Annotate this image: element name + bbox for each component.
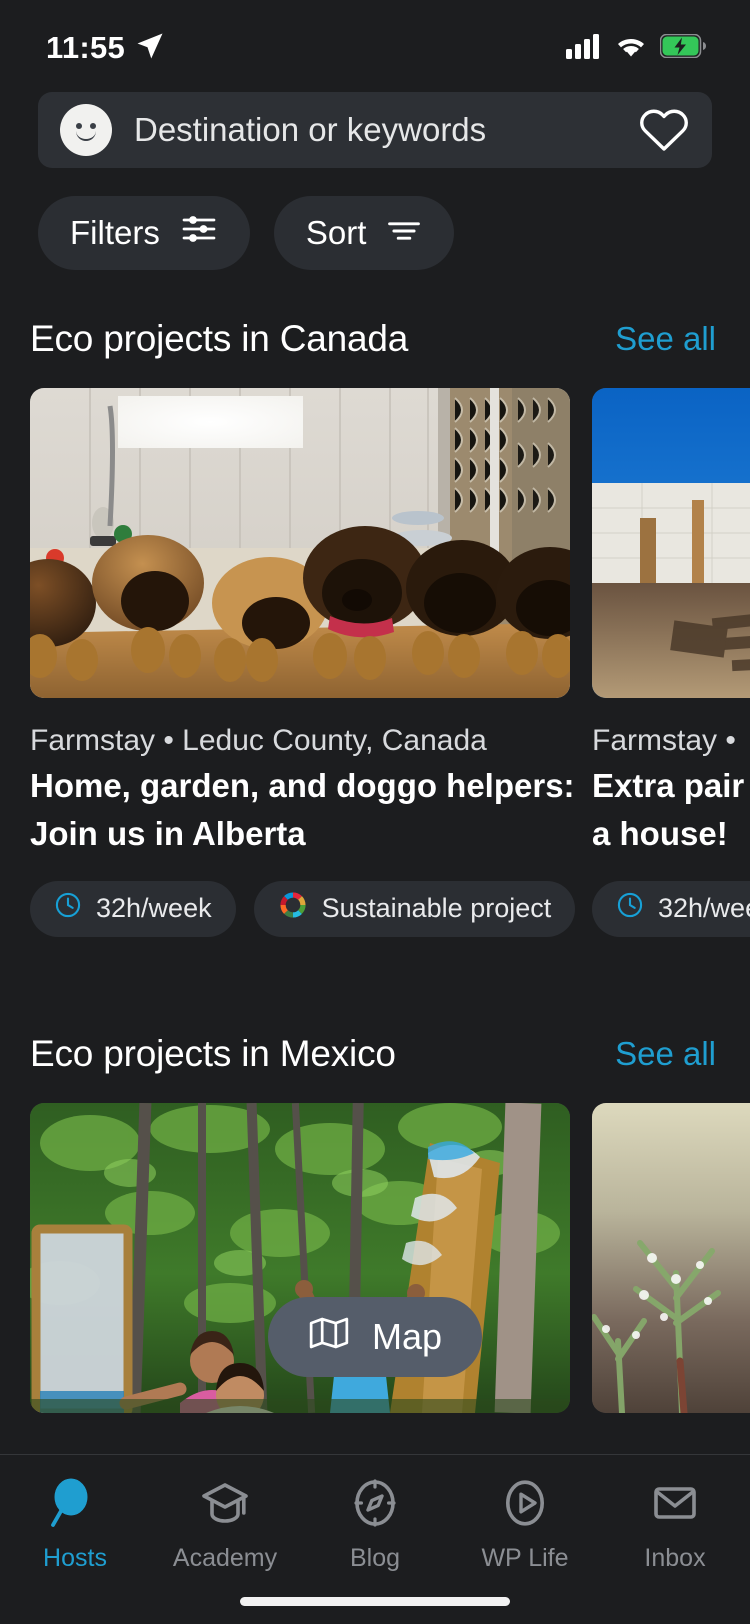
tab-label: Hosts xyxy=(43,1544,107,1573)
map-button[interactable]: Map xyxy=(268,1297,482,1377)
filter-chip-row: Filters Sort xyxy=(0,168,750,270)
wifi-icon xyxy=(614,33,648,64)
envelope-icon xyxy=(649,1477,701,1534)
see-all-link-mexico[interactable]: See all xyxy=(615,1035,720,1073)
badge-label: 32h/week xyxy=(658,893,750,924)
sort-label: Sort xyxy=(306,214,367,252)
map-icon xyxy=(308,1316,350,1359)
see-all-link-canada[interactable]: See all xyxy=(615,320,720,358)
sort-button[interactable]: Sort xyxy=(274,196,455,270)
status-left: 11:55 xyxy=(46,30,165,66)
project-card-subtitle: Farmstay • xyxy=(592,724,750,758)
project-card-badges: 32h/week xyxy=(592,881,750,937)
card-carousel-canada[interactable]: Farmstay • Leduc County, Canada Home, ga… xyxy=(0,388,750,937)
tab-wp-life[interactable]: WP Life xyxy=(450,1477,600,1573)
sort-lines-icon xyxy=(386,214,422,252)
play-circle-icon xyxy=(499,1477,551,1534)
project-card-image[interactable] xyxy=(30,388,570,698)
project-card-title-line2: Join us in Alberta xyxy=(30,814,570,854)
tab-label: Blog xyxy=(350,1544,400,1573)
project-card[interactable]: Farmstay • Leduc County, Canada Home, ga… xyxy=(30,388,570,937)
badge-sustainable[interactable]: Sustainable project xyxy=(254,881,576,937)
compass-icon xyxy=(349,1477,401,1534)
tab-hosts[interactable]: Hosts xyxy=(0,1477,150,1573)
graduation-cap-icon xyxy=(199,1477,251,1534)
tab-inbox[interactable]: Inbox xyxy=(600,1477,750,1573)
tab-blog[interactable]: Blog xyxy=(300,1477,450,1573)
filters-label: Filters xyxy=(70,214,160,252)
heart-icon[interactable] xyxy=(638,106,690,154)
project-card-badges: 32h/week xyxy=(30,881,570,937)
project-card[interactable]: Farmstay • Extra pair a house! 32h/week xyxy=(592,388,750,937)
section-header-canada: Eco projects in Canada See all xyxy=(0,318,750,360)
project-card-title-line1: Extra pair xyxy=(592,766,750,806)
clock-icon xyxy=(616,891,644,926)
section-title: Eco projects in Canada xyxy=(30,318,408,360)
bottom-nav: Hosts Academy xyxy=(0,1454,750,1624)
project-card-image[interactable] xyxy=(592,388,750,698)
app-screen: 11:55 xyxy=(0,0,750,1624)
project-card-title-line1: Home, garden, and doggo helpers: xyxy=(30,766,570,806)
tab-label: Academy xyxy=(173,1544,277,1573)
search-input[interactable]: Destination or keywords xyxy=(134,111,616,149)
section-title: Eco projects in Mexico xyxy=(30,1033,396,1075)
status-right xyxy=(566,33,706,64)
search-icon xyxy=(49,1477,101,1534)
status-clock: 11:55 xyxy=(46,30,125,66)
badge-label: 32h/week xyxy=(96,893,212,924)
home-indicator xyxy=(240,1597,510,1606)
filters-button[interactable]: Filters xyxy=(38,196,250,270)
sliders-icon xyxy=(180,214,218,252)
map-button-label: Map xyxy=(372,1316,442,1358)
badge-hours[interactable]: 32h/week xyxy=(30,881,236,937)
tab-academy[interactable]: Academy xyxy=(150,1477,300,1573)
sdg-wheel-icon xyxy=(278,890,308,927)
search-bar-container: Destination or keywords xyxy=(0,78,750,168)
tab-label: Inbox xyxy=(644,1544,705,1573)
tab-label: WP Life xyxy=(481,1544,568,1573)
status-bar: 11:55 xyxy=(0,0,750,78)
section-header-mexico: Eco projects in Mexico See all xyxy=(0,1033,750,1075)
battery-charging-icon xyxy=(660,34,706,63)
clock-icon xyxy=(54,891,82,926)
smiley-avatar-icon[interactable] xyxy=(60,104,112,156)
cellular-signal-icon xyxy=(566,33,602,64)
badge-label: Sustainable project xyxy=(322,893,552,924)
project-card-image[interactable] xyxy=(592,1103,750,1413)
search-bar[interactable]: Destination or keywords xyxy=(38,92,712,168)
badge-hours[interactable]: 32h/week xyxy=(592,881,750,937)
project-card-title-line2: a house! xyxy=(592,814,750,854)
project-card[interactable] xyxy=(592,1103,750,1413)
location-arrow-icon xyxy=(135,31,165,66)
project-card-subtitle: Farmstay • Leduc County, Canada xyxy=(30,724,570,758)
